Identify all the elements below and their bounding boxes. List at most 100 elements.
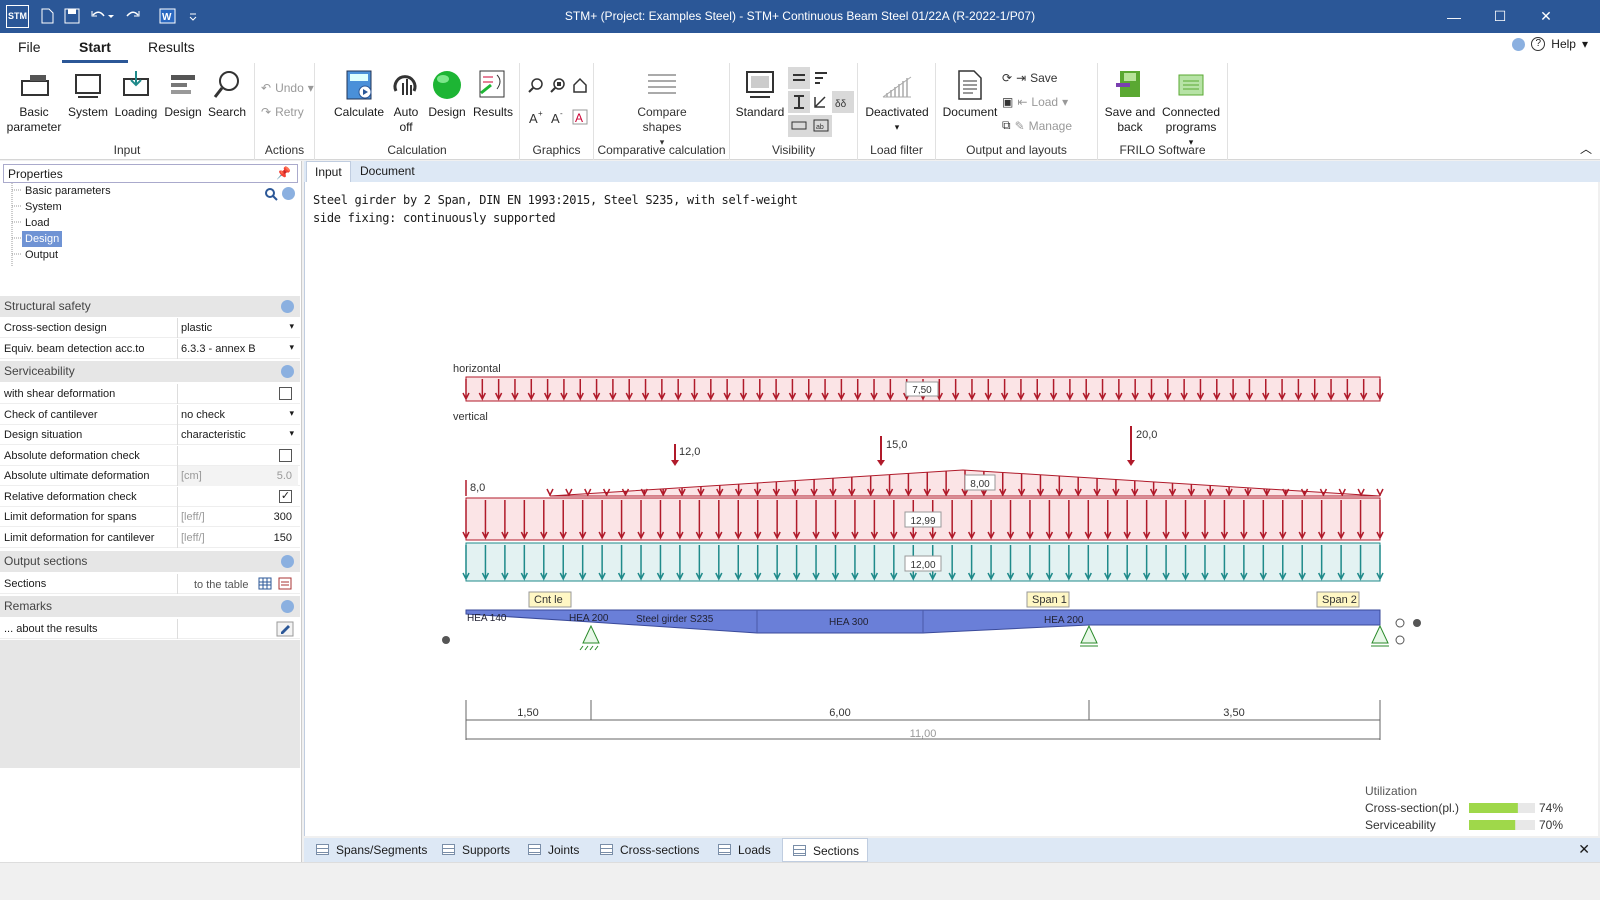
tab-file[interactable]: File	[18, 39, 41, 63]
plus-right-bottom-icon[interactable]	[1395, 635, 1405, 645]
equiv-beam-select[interactable]: 6.3.3 - annex B	[177, 339, 298, 359]
manage-layout-button[interactable]: ⧉ ✎ Manage	[1002, 118, 1072, 133]
maximize-button[interactable]: ☐	[1478, 0, 1522, 33]
pin-icon[interactable]: 📌	[276, 166, 291, 180]
connected-programs-button[interactable]: Connected programs ▾	[1158, 69, 1224, 150]
limit-cantilever-field[interactable]: [leff/] 150	[177, 528, 298, 548]
font-format-icon[interactable]: A	[572, 109, 588, 125]
tab-supports[interactable]: Supports	[432, 838, 518, 862]
table-icon[interactable]	[258, 576, 272, 590]
system-button[interactable]: System	[64, 69, 112, 120]
tree-item-load[interactable]: Load	[22, 215, 52, 231]
zoom-icon[interactable]	[528, 77, 544, 93]
design-input-button[interactable]: Design	[160, 69, 206, 120]
calculate-button[interactable]: Calculate	[331, 69, 387, 120]
compare-shapes-button[interactable]: Compare shapes ▾	[624, 69, 700, 150]
about-results-cell	[177, 619, 298, 639]
basic-parameter-button[interactable]: Basic parameter	[6, 69, 62, 135]
tree-item-design[interactable]: Design	[22, 231, 63, 247]
help-dropdown-icon[interactable]: ▾	[1582, 37, 1588, 51]
search-button[interactable]: Search	[204, 69, 250, 120]
uniform-load-2-value: 12,00	[910, 560, 935, 571]
tab-sections[interactable]: Sections	[782, 838, 869, 862]
shear-deformation-checkbox[interactable]	[279, 387, 292, 400]
close-button[interactable]: ✕	[1524, 0, 1568, 33]
results-button[interactable]: Results	[469, 69, 517, 120]
save-layout-button[interactable]: ⟳ ⇥ Save	[1002, 71, 1057, 85]
save-and-back-button[interactable]: Save and back	[1102, 69, 1158, 135]
abs-ult-field[interactable]: [cm] 5.0	[177, 466, 298, 486]
output-sections-collapse-icon[interactable]	[281, 555, 294, 568]
tree-item-basic-parameters[interactable]: Basic parameters	[22, 183, 114, 199]
connected-programs-label: Connected programs	[1161, 105, 1221, 134]
manage-icon: ✎	[1014, 118, 1025, 133]
deactivated-button[interactable]: Deactivated ▾	[862, 69, 932, 135]
support-2[interactable]	[1080, 624, 1098, 647]
window-title: STM+ (Project: Examples Steel) - STM+ Co…	[564, 9, 1036, 23]
limit-cantilever-value: 150	[273, 532, 292, 544]
visibility-icons[interactable]: δδ ab	[788, 67, 856, 137]
structural-safety-collapse-icon[interactable]	[281, 300, 294, 313]
tab-cross-sections[interactable]: Cross-sections	[590, 838, 707, 862]
design-situation-select[interactable]: characteristic	[177, 425, 298, 445]
loading-label: Loading	[114, 105, 158, 119]
minus-left-icon[interactable]	[442, 636, 450, 644]
section-output-sections[interactable]: Output sections	[0, 551, 300, 572]
tab-spans-segments[interactable]: Spans/Segments	[306, 838, 435, 862]
cantilever-select[interactable]: no check	[177, 405, 298, 425]
standard-button[interactable]: Standard	[734, 69, 786, 120]
home-icon[interactable]	[572, 77, 588, 93]
tab-loads[interactable]: Loads	[708, 838, 779, 862]
rel-check-checkbox[interactable]: ✓	[279, 490, 292, 503]
abs-check-checkbox[interactable]	[279, 449, 292, 462]
load-layout-button[interactable]: ▣ ⇤ Load ▾	[1002, 95, 1068, 109]
output-sections-title: Output sections	[4, 554, 88, 568]
tab-document[interactable]: Document	[352, 161, 423, 182]
tab-cross-sections-label: Cross-sections	[620, 843, 700, 857]
collapse-ribbon-icon[interactable]: ︿	[1580, 140, 1592, 157]
design-calc-button[interactable]: Design	[425, 69, 469, 120]
horizontal-load-value: 7,50	[912, 385, 932, 396]
tab-input[interactable]: Input	[306, 161, 351, 182]
section-serviceability[interactable]: Serviceability	[0, 361, 300, 382]
minus-right-icon[interactable]	[1413, 619, 1421, 627]
tree-item-output[interactable]: Output	[22, 247, 61, 263]
serviceability-collapse-icon[interactable]	[281, 365, 294, 378]
drawing-canvas[interactable]: Steel girder by 2 Span, DIN EN 1993:2015…	[304, 182, 1598, 836]
help-label[interactable]: Help	[1551, 37, 1576, 51]
collapse-icon[interactable]	[1512, 37, 1526, 51]
system-icon	[75, 74, 101, 98]
zoom-window-icon[interactable]	[550, 77, 566, 93]
tree-collapse-icon[interactable]	[282, 187, 295, 200]
loading-button[interactable]: Loading	[112, 69, 160, 120]
retry-button[interactable]: ↷ Retry	[261, 105, 304, 119]
limit-spans-field[interactable]: [leff/] 300	[177, 507, 298, 527]
font-increase-icon[interactable]: A +	[528, 109, 544, 125]
font-decrease-icon[interactable]: A-	[550, 109, 566, 125]
section-structural-safety[interactable]: Structural safety	[0, 296, 300, 317]
auto-off-button[interactable]: Auto off	[389, 69, 423, 135]
close-panel-icon[interactable]: ✕	[1578, 841, 1590, 858]
support-3[interactable]	[1371, 624, 1389, 647]
sections-label: Sections	[4, 578, 47, 590]
help-icon[interactable]: ?	[1531, 37, 1546, 51]
tab-joints[interactable]: Joints	[518, 838, 587, 862]
grid-icon	[718, 844, 731, 855]
tab-results[interactable]: Results	[148, 39, 195, 63]
edit-remarks-icon[interactable]	[276, 621, 294, 637]
minimize-button[interactable]: —	[1432, 0, 1476, 33]
loading-icon	[123, 71, 149, 96]
remarks-collapse-icon[interactable]	[281, 600, 294, 613]
cross-section-design-select[interactable]: plastic	[177, 318, 298, 338]
tag-cantilever-label: Cnt le	[534, 594, 563, 606]
document-button[interactable]: Document	[940, 69, 1000, 120]
tree-item-system[interactable]: System	[22, 199, 65, 215]
support-1[interactable]	[579, 624, 600, 651]
point-load-2-value: 15,0	[886, 439, 907, 451]
tree-search-icon[interactable]	[264, 187, 278, 201]
plus-right-top-icon[interactable]	[1395, 618, 1405, 628]
section-remarks[interactable]: Remarks	[0, 596, 300, 617]
tab-start[interactable]: Start	[62, 39, 128, 63]
undo-button[interactable]: ↶ Undo ▾	[261, 81, 314, 95]
edit-table-icon[interactable]	[278, 576, 292, 590]
